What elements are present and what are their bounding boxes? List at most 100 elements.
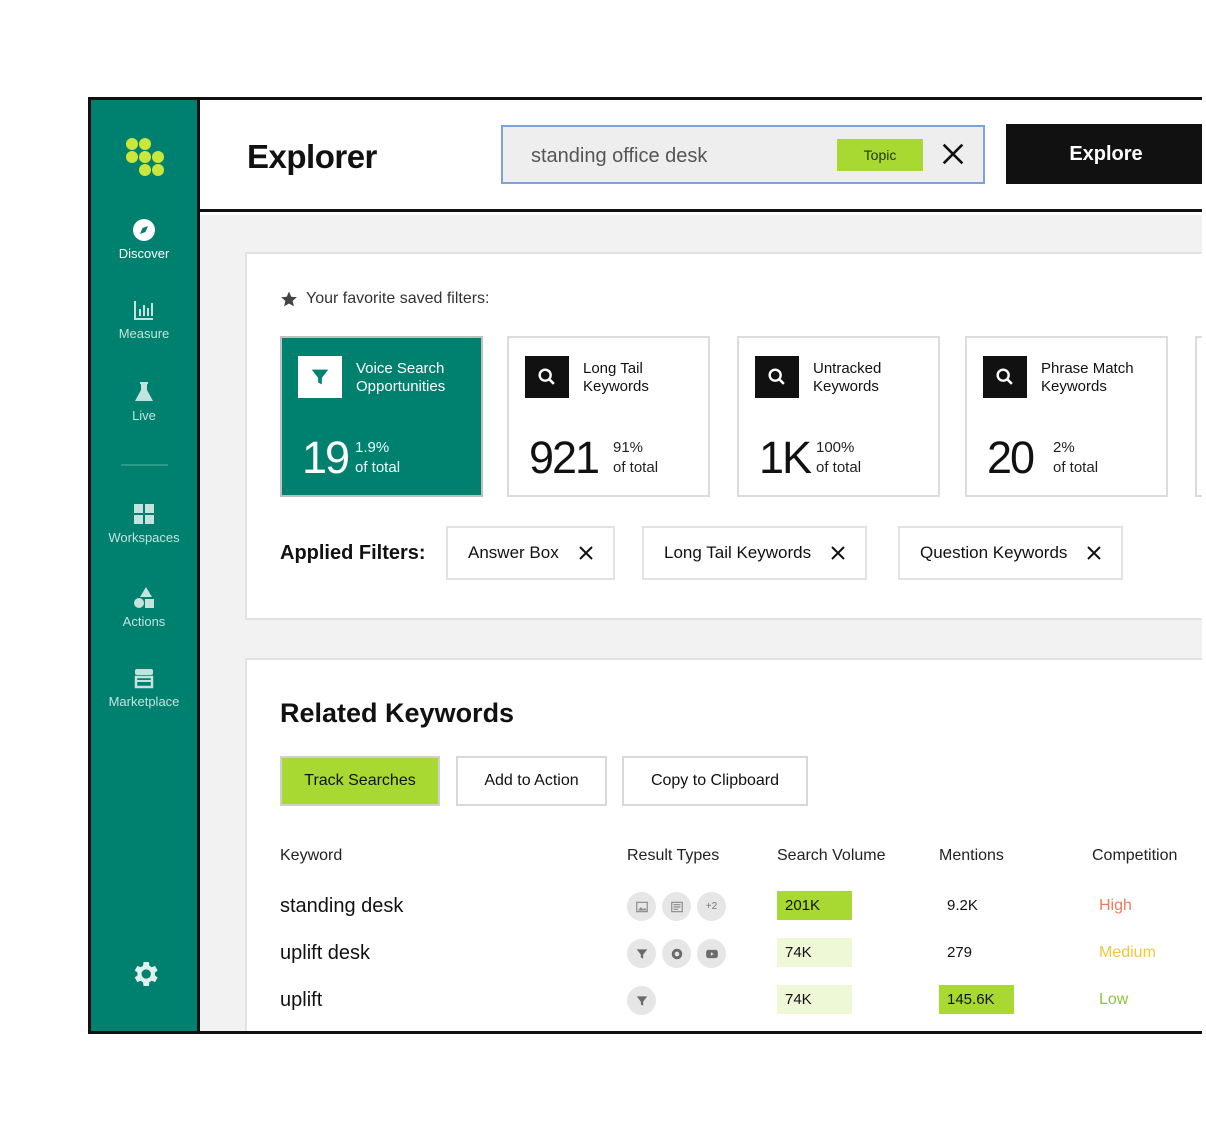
saved-filter-card[interactable]: Phrase Match Keywords 20 2% of total — [965, 336, 1168, 497]
search-icon-box — [983, 356, 1027, 398]
search-icon — [538, 368, 555, 385]
sidebar-item-measure[interactable]: Measure — [91, 298, 197, 341]
filter-chip[interactable]: Question Keywords — [898, 526, 1124, 580]
sidebar-item-label: Workspaces — [108, 530, 180, 545]
related-keywords-card: Related Keywords Track Searches Add to A… — [245, 658, 1202, 1031]
close-icon[interactable] — [1085, 544, 1103, 562]
filter-icon — [627, 939, 656, 968]
more-types-badge[interactable]: +2 — [697, 892, 726, 921]
filter-chip[interactable]: Answer Box — [446, 526, 615, 580]
sidebar-divider — [121, 464, 168, 466]
applied-filters-label: Applied Filters: — [280, 542, 426, 564]
top-header: Explorer Topic Explore — [200, 100, 1202, 212]
circle-play-icon — [662, 939, 691, 968]
mentions-cell: 9.2K — [947, 897, 978, 914]
search-volume-cell: 74K — [777, 938, 852, 967]
table-row[interactable]: standing desk +2 201K 9.2K High — [247, 887, 1202, 927]
filter-chip-label: Long Tail Keywords — [664, 543, 812, 562]
saved-filter-name: Untracked Keywords — [813, 360, 882, 395]
flask-icon — [135, 382, 153, 401]
close-icon[interactable] — [939, 140, 967, 168]
close-icon[interactable] — [829, 544, 847, 562]
grid-icon — [134, 504, 154, 524]
add-to-action-button[interactable]: Add to Action — [456, 756, 607, 806]
sidebar-item-marketplace[interactable]: Marketplace — [91, 666, 197, 709]
news-icon — [662, 892, 691, 921]
saved-filter-card[interactable]: Long Tail Keywords 921 91% of total — [507, 336, 710, 497]
competition-cell: Low — [1099, 991, 1129, 1008]
shapes-icon — [134, 587, 154, 608]
search-volume-cell: 74K — [777, 985, 852, 1014]
saved-filter-name: Long Tail Keywords — [583, 360, 649, 395]
app-window: Discover Measure Live Workspaces Actions… — [88, 97, 1202, 1034]
result-types: +2 — [627, 892, 726, 921]
search-box[interactable]: Topic — [501, 125, 985, 184]
column-header[interactable]: Keyword — [280, 847, 342, 865]
filter-chip[interactable]: Long Tail Keywords — [642, 526, 868, 580]
sidebar-item-label: Live — [132, 408, 156, 423]
saved-filter-card[interactable]: Voice Search Opportunities 19 1.9% of tot… — [280, 336, 483, 497]
filter-icon — [627, 986, 656, 1015]
close-icon[interactable] — [577, 544, 595, 562]
compass-icon — [133, 219, 155, 241]
saved-filters-card: Your favorite saved filters: Voice Searc… — [245, 252, 1202, 620]
sidebar-item-actions[interactable]: Actions — [91, 586, 197, 629]
image-icon — [627, 892, 656, 921]
sidebar: Discover Measure Live Workspaces Actions… — [91, 100, 200, 1031]
logo-icon[interactable] — [125, 138, 167, 178]
column-header[interactable]: Search Volume — [777, 847, 886, 865]
filter-icon-box — [298, 356, 342, 398]
favorites-label: Your favorite saved filters: — [306, 290, 490, 307]
saved-filter-count: 19 — [302, 432, 350, 483]
favorites-heading: Your favorite saved filters: — [280, 290, 490, 308]
table-row[interactable]: uplift desk 74K 279 Medium — [247, 934, 1202, 974]
saved-filter-count: 20 — [987, 432, 1035, 483]
saved-filter-percent: 2% of total — [1053, 439, 1099, 476]
mentions-cell: 145.6K — [939, 985, 1014, 1014]
column-header[interactable]: Competition — [1092, 847, 1177, 865]
saved-filter-percent: 1.9% of total — [355, 439, 401, 476]
saved-filter-percent: 91% of total — [613, 439, 659, 476]
saved-filter-card[interactable]: Untracked Keywords 1K 100% of total — [737, 336, 940, 497]
sidebar-item-label: Marketplace — [108, 694, 180, 709]
filter-chip-label: Answer Box — [468, 543, 559, 562]
sidebar-item-discover[interactable]: Discover — [91, 218, 197, 261]
copy-to-clipboard-button[interactable]: Copy to Clipboard — [622, 756, 808, 806]
table-row[interactable]: uplift 74K 145.6K Low — [247, 981, 1202, 1021]
saved-filter-card-partial[interactable] — [1195, 336, 1202, 497]
sidebar-item-workspaces[interactable]: Workspaces — [91, 502, 197, 545]
topic-tag[interactable]: Topic — [837, 139, 923, 171]
sidebar-item-label: Discover — [118, 246, 170, 261]
saved-filter-count: 1K — [759, 432, 812, 483]
saved-filter-percent: 100% of total — [816, 439, 862, 476]
storefront-icon — [134, 669, 154, 689]
page-title: Explorer — [247, 138, 377, 175]
filter-chip-label: Question Keywords — [920, 543, 1068, 562]
search-volume-cell: 201K — [777, 891, 852, 920]
saved-filter-name: Voice Search Opportunities — [356, 360, 446, 395]
search-icon — [996, 368, 1013, 385]
saved-filter-count: 921 — [529, 432, 600, 483]
keyword-cell[interactable]: uplift — [280, 989, 322, 1012]
sidebar-item-live[interactable]: Live — [91, 380, 197, 423]
saved-filter-name: Phrase Match Keywords — [1041, 360, 1134, 395]
search-icon-box — [525, 356, 569, 398]
column-header[interactable]: Result Types — [627, 847, 719, 865]
search-icon-box — [755, 356, 799, 398]
star-icon — [281, 291, 297, 307]
bar-chart-icon — [134, 301, 153, 320]
search-icon — [768, 368, 785, 385]
column-header[interactable]: Mentions — [939, 847, 1004, 865]
search-input[interactable] — [531, 142, 821, 170]
gear-icon[interactable] — [129, 958, 161, 990]
track-searches-button[interactable]: Track Searches — [280, 756, 440, 806]
mentions-cell: 279 — [947, 944, 973, 961]
explore-button[interactable]: Explore — [1006, 124, 1202, 184]
result-types — [627, 986, 656, 1015]
sidebar-item-label: Actions — [122, 614, 166, 629]
section-title: Related Keywords — [280, 698, 515, 728]
sidebar-item-label: Measure — [118, 326, 170, 341]
video-icon — [697, 939, 726, 968]
keyword-cell[interactable]: uplift desk — [280, 942, 370, 965]
keyword-cell[interactable]: standing desk — [280, 895, 403, 918]
